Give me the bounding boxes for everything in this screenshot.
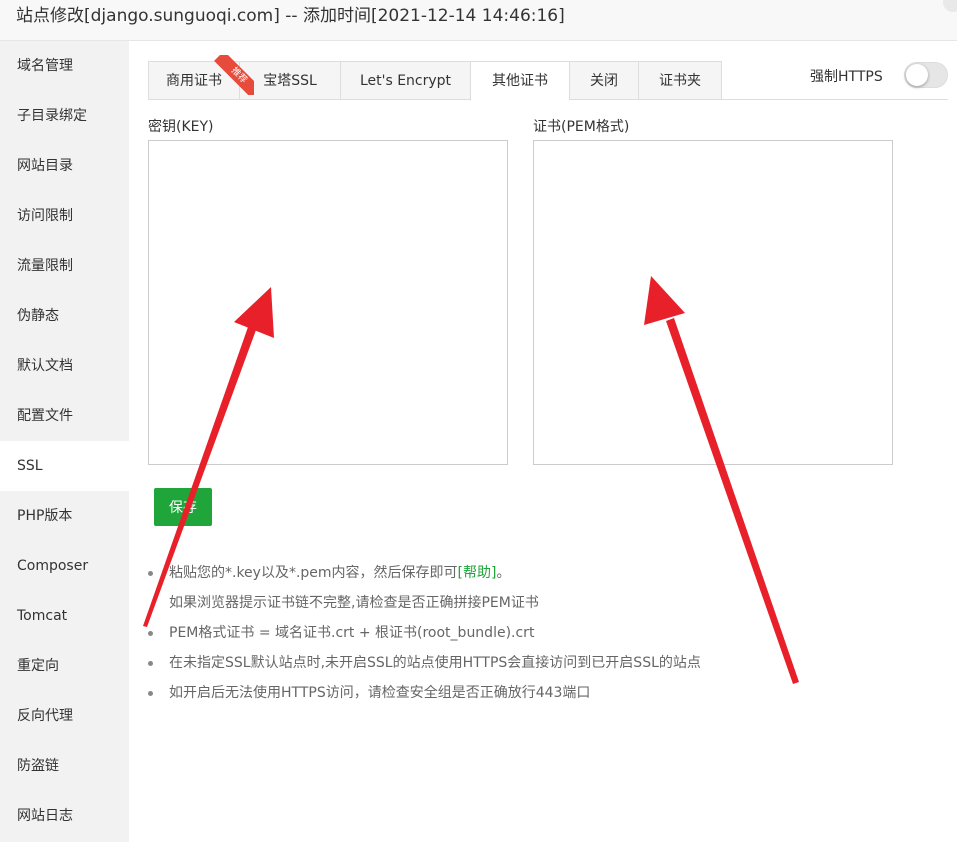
tab-divider (722, 99, 948, 100)
save-button[interactable]: 保存 (154, 488, 212, 526)
tip-item: 在未指定SSL默认站点时,未开启SSL的站点使用HTTPS会直接访问到已开启SS… (148, 650, 701, 680)
tip-item: 粘贴您的*.key以及*.pem内容，然后保存即可[帮助]。 (148, 560, 701, 590)
cert-label: 证书(PEM格式) (533, 119, 630, 135)
window-title: 站点修改[django.sunguoqi.com] -- 添加时间[2021-1… (16, 6, 565, 26)
tip-text: PEM格式证书 = 域名证书.crt + 根证书(root_bundle).cr… (169, 625, 535, 641)
tip-item: 如果浏览器提示证书链不完整,请检查是否正确拼接PEM证书 (148, 590, 701, 620)
sidebar-item-php-version[interactable]: PHP版本 (0, 491, 129, 541)
toggle-knob (906, 64, 928, 86)
recommend-ribbon-label: 推荐 (214, 55, 254, 95)
tip-text-suffix: 。 (496, 565, 511, 581)
sidebar-item-site-dir[interactable]: 网站目录 (0, 141, 129, 191)
window-titlebar: 站点修改[django.sunguoqi.com] -- 添加时间[2021-1… (0, 0, 957, 41)
tip-text: 在未指定SSL默认站点时,未开启SSL的站点使用HTTPS会直接访问到已开启SS… (169, 655, 701, 671)
tab-cert-folder[interactable]: 证书夹 (638, 61, 722, 100)
sidebar: 域名管理 子目录绑定 网站目录 访问限制 流量限制 伪静态 默认文档 配置文件 … (0, 41, 129, 842)
sidebar-item-redirect[interactable]: 重定向 (0, 641, 129, 691)
cert-textarea[interactable] (533, 140, 893, 465)
tip-text: 粘贴您的*.key以及*.pem内容，然后保存即可 (169, 565, 458, 581)
sidebar-item-config[interactable]: 配置文件 (0, 391, 129, 441)
bullet-icon (148, 691, 153, 696)
key-label: 密钥(KEY) (148, 119, 214, 135)
key-textarea[interactable] (148, 140, 508, 465)
sidebar-item-access-limit[interactable]: 访问限制 (0, 191, 129, 241)
force-https-label: 强制HTTPS (810, 69, 883, 85)
sidebar-item-domain[interactable]: 域名管理 (0, 41, 129, 91)
sidebar-item-default-doc[interactable]: 默认文档 (0, 341, 129, 391)
recommend-ribbon: 推荐 (214, 55, 254, 95)
tab-close[interactable]: 关闭 (569, 61, 638, 100)
tip-item: PEM格式证书 = 域名证书.crt + 根证书(root_bundle).cr… (148, 620, 701, 650)
close-icon[interactable] (943, 0, 957, 12)
bullet-icon (148, 631, 153, 636)
sidebar-item-site-log[interactable]: 网站日志 (0, 791, 129, 841)
tips-list: 粘贴您的*.key以及*.pem内容，然后保存即可[帮助]。 如果浏览器提示证书… (148, 560, 701, 710)
tab-other-cert[interactable]: 其他证书 (470, 61, 569, 101)
tip-text: 如果浏览器提示证书链不完整,请检查是否正确拼接PEM证书 (169, 595, 539, 611)
tip-item: 如开启后无法使用HTTPS访问，请检查安全组是否正确放行443端口 (148, 680, 701, 710)
bullet-icon (148, 571, 153, 576)
tab-bt-ssl[interactable]: 宝塔SSL (239, 61, 340, 100)
force-https-toggle[interactable] (904, 62, 948, 88)
tab-lets-encrypt[interactable]: Let's Encrypt (340, 61, 470, 100)
sidebar-item-tomcat[interactable]: Tomcat (0, 591, 129, 641)
sidebar-item-traffic-limit[interactable]: 流量限制 (0, 241, 129, 291)
sidebar-item-hotlink[interactable]: 防盗链 (0, 741, 129, 791)
sidebar-item-reverse-proxy[interactable]: 反向代理 (0, 691, 129, 741)
bullet-icon (148, 661, 153, 666)
sidebar-item-rewrite[interactable]: 伪静态 (0, 291, 129, 341)
help-link[interactable]: [帮助] (458, 565, 497, 581)
tip-text: 如开启后无法使用HTTPS访问，请检查安全组是否正确放行443端口 (169, 685, 591, 701)
sidebar-item-subdir[interactable]: 子目录绑定 (0, 91, 129, 141)
sidebar-item-composer[interactable]: Composer (0, 541, 129, 591)
sidebar-item-ssl[interactable]: SSL (0, 441, 129, 491)
